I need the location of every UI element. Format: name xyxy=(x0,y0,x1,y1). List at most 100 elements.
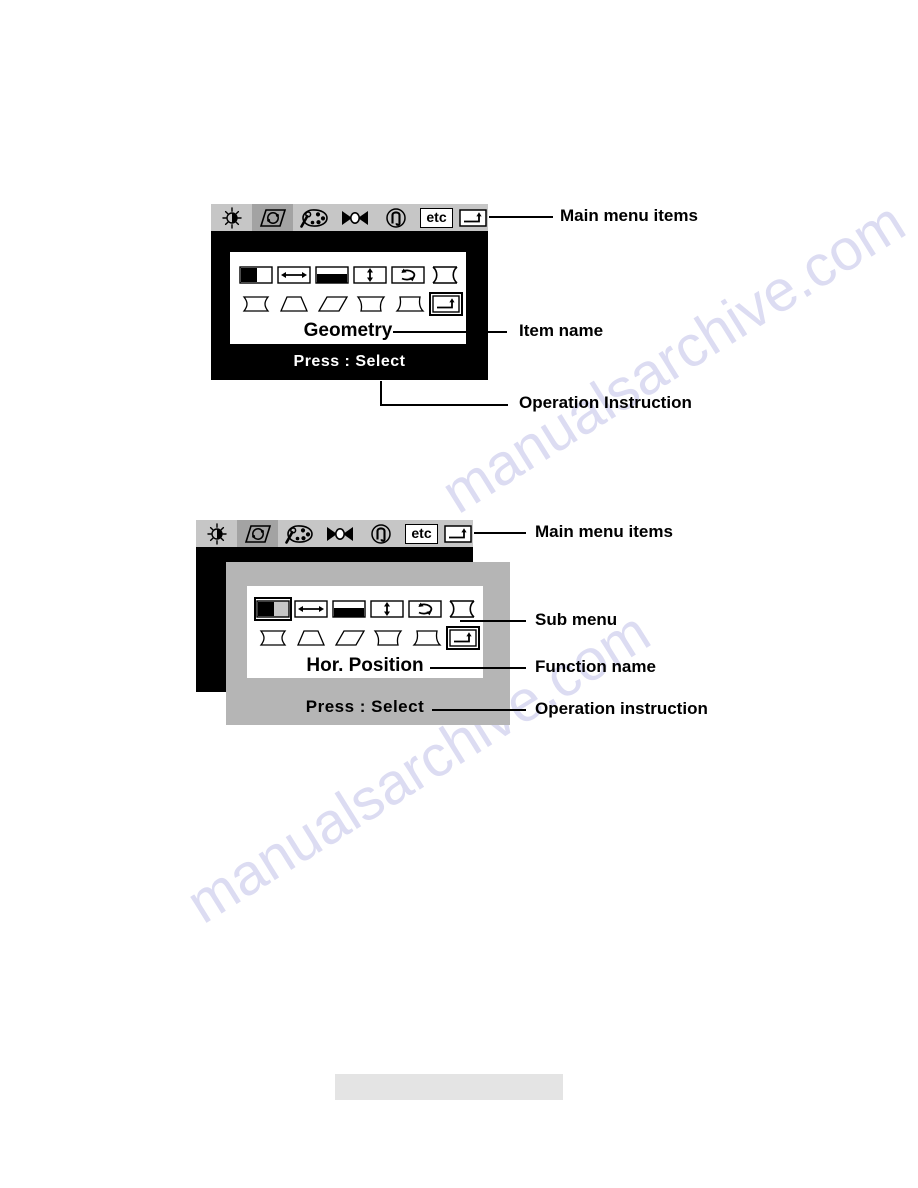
ver-size-arrow-icon xyxy=(353,266,387,284)
leader-line-operation-instruction-vert xyxy=(380,381,382,405)
main-menu-item-color[interactable] xyxy=(293,204,334,231)
leader-line-operation-instruction-horz xyxy=(380,404,508,406)
sub-menu-item-top-corner[interactable] xyxy=(354,294,388,314)
pin-balance-icon xyxy=(242,296,270,312)
osd-panel-one-main-menu-bar: etc xyxy=(211,204,488,231)
top-corner-icon xyxy=(356,296,386,312)
leader-line-sub-menu xyxy=(460,620,526,622)
degauss-horseshoe-icon xyxy=(385,207,406,228)
osd-panel-two-main-menu-bar: etc xyxy=(196,520,473,547)
sub-menu-item-ver-position[interactable] xyxy=(315,265,349,285)
annotation-main-menu-items-1: Main menu items xyxy=(560,206,698,225)
osd-panel-two-operation-instruction: Press : Select xyxy=(305,697,425,716)
sun-contrast-icon xyxy=(221,206,242,229)
osd-panel-one-sub-menu-row-two xyxy=(239,292,463,316)
osd-panel-two-function-name: Hor. Position xyxy=(306,655,424,676)
main-menu-item-brightness-contrast[interactable] xyxy=(196,520,237,547)
main-menu-item-geometry[interactable] xyxy=(252,204,293,231)
sub-menu-item-hor-position[interactable] xyxy=(254,597,292,621)
sub-menu-item-parallelogram[interactable] xyxy=(316,294,350,314)
main-menu-item-brightness-contrast[interactable] xyxy=(211,204,252,231)
convergence-bowtie-icon xyxy=(326,526,353,541)
sub-menu-item-hor-size[interactable] xyxy=(277,265,311,285)
top-corner-icon xyxy=(373,630,403,646)
sub-menu-item-ver-size[interactable] xyxy=(370,599,404,619)
geometry-parallelogram-icon xyxy=(259,208,286,227)
rotation-icon xyxy=(391,266,425,284)
etc-button-box: etc xyxy=(420,207,453,228)
bottom-corner-icon xyxy=(411,630,442,646)
sub-menu-item-trapezoid[interactable] xyxy=(294,628,328,648)
page-canvas: manualsarchive.com manualsarchive.com et… xyxy=(0,0,918,1188)
main-menu-item-degauss[interactable] xyxy=(360,520,401,547)
sub-menu-item-parallelogram[interactable] xyxy=(333,628,367,648)
main-menu-item-geometry[interactable] xyxy=(237,520,278,547)
hor-position-icon xyxy=(239,266,273,284)
etc-label: etc xyxy=(426,208,447,225)
rotation-icon xyxy=(408,600,442,618)
parallelogram-icon xyxy=(317,296,348,312)
sub-menu-item-hor-size[interactable] xyxy=(294,599,328,619)
main-menu-item-degauss[interactable] xyxy=(375,204,416,231)
hor-position-icon xyxy=(256,600,290,618)
sub-menu-item-rotation[interactable] xyxy=(408,599,442,619)
sub-menu-item-ver-size[interactable] xyxy=(353,265,387,285)
leader-line-operation-instruction-2 xyxy=(432,709,526,711)
main-menu-item-exit[interactable] xyxy=(442,520,473,547)
color-palette-icon xyxy=(284,524,313,544)
main-menu-item-color[interactable] xyxy=(278,520,319,547)
annotation-sub-menu: Sub menu xyxy=(535,610,618,629)
exit-return-icon xyxy=(449,629,477,647)
convergence-bowtie-icon xyxy=(341,210,368,225)
pincushion-icon xyxy=(432,266,458,284)
osd-panel-two-sub-menu-row-one xyxy=(254,596,478,622)
annotation-main-menu-items-2: Main menu items xyxy=(535,522,673,541)
color-palette-icon xyxy=(299,208,328,228)
sub-menu-item-pincushion[interactable] xyxy=(429,265,461,285)
annotation-operation-instruction-2: Operation instruction xyxy=(535,699,708,718)
sub-menu-item-pin-balance[interactable] xyxy=(239,294,273,314)
sub-menu-item-rotation[interactable] xyxy=(391,265,425,285)
sub-menu-item-top-corner[interactable] xyxy=(371,628,405,648)
pincushion-icon xyxy=(449,600,475,618)
hor-size-arrow-icon xyxy=(294,600,328,618)
sub-menu-item-trapezoid[interactable] xyxy=(277,294,311,314)
osd-panel-one-operation-instruction: Press : Select xyxy=(293,353,406,370)
sub-menu-item-pin-balance[interactable] xyxy=(256,628,290,648)
osd-panel-two-sub-menu-row-two xyxy=(256,626,480,650)
osd-panel-one-sub-menu-row-one xyxy=(239,262,461,288)
annotation-item-name: Item name xyxy=(519,321,604,340)
watermark-text-top: manualsarchive.com xyxy=(430,188,917,526)
sub-menu-item-bottom-corner[interactable] xyxy=(393,294,427,314)
trapezoid-icon xyxy=(297,630,326,646)
trapezoid-icon xyxy=(280,296,309,312)
sub-menu-item-exit[interactable] xyxy=(445,626,480,650)
leader-line-main-menu-items-2 xyxy=(474,532,526,534)
page-footer-bar xyxy=(335,1074,563,1100)
leader-line-function-name xyxy=(430,667,526,669)
main-menu-item-exit[interactable] xyxy=(457,204,488,231)
sub-menu-item-bottom-corner[interactable] xyxy=(410,628,444,648)
main-menu-item-etc[interactable]: etc xyxy=(401,520,442,547)
main-menu-item-convergence[interactable] xyxy=(319,520,360,547)
sun-contrast-icon xyxy=(206,522,227,545)
sub-menu-item-exit[interactable] xyxy=(428,292,463,316)
etc-label: etc xyxy=(411,524,432,541)
sub-menu-item-hor-position[interactable] xyxy=(239,265,273,285)
leader-line-item-name xyxy=(393,331,507,333)
exit-return-icon xyxy=(458,208,487,227)
main-menu-item-etc[interactable]: etc xyxy=(416,204,457,231)
pin-balance-icon xyxy=(259,630,287,646)
sub-menu-item-pincushion[interactable] xyxy=(446,599,478,619)
annotation-function-name: Function name xyxy=(535,657,656,676)
degauss-horseshoe-icon xyxy=(370,523,391,544)
ver-position-icon xyxy=(315,266,349,284)
annotation-operation-instruction-1: Operation Instruction xyxy=(519,393,692,412)
sub-menu-item-ver-position[interactable] xyxy=(332,599,366,619)
ver-size-arrow-icon xyxy=(370,600,404,618)
exit-return-icon xyxy=(432,295,460,313)
etc-button-box: etc xyxy=(405,523,438,544)
ver-position-icon xyxy=(332,600,366,618)
bottom-corner-icon xyxy=(394,296,425,312)
main-menu-item-convergence[interactable] xyxy=(334,204,375,231)
